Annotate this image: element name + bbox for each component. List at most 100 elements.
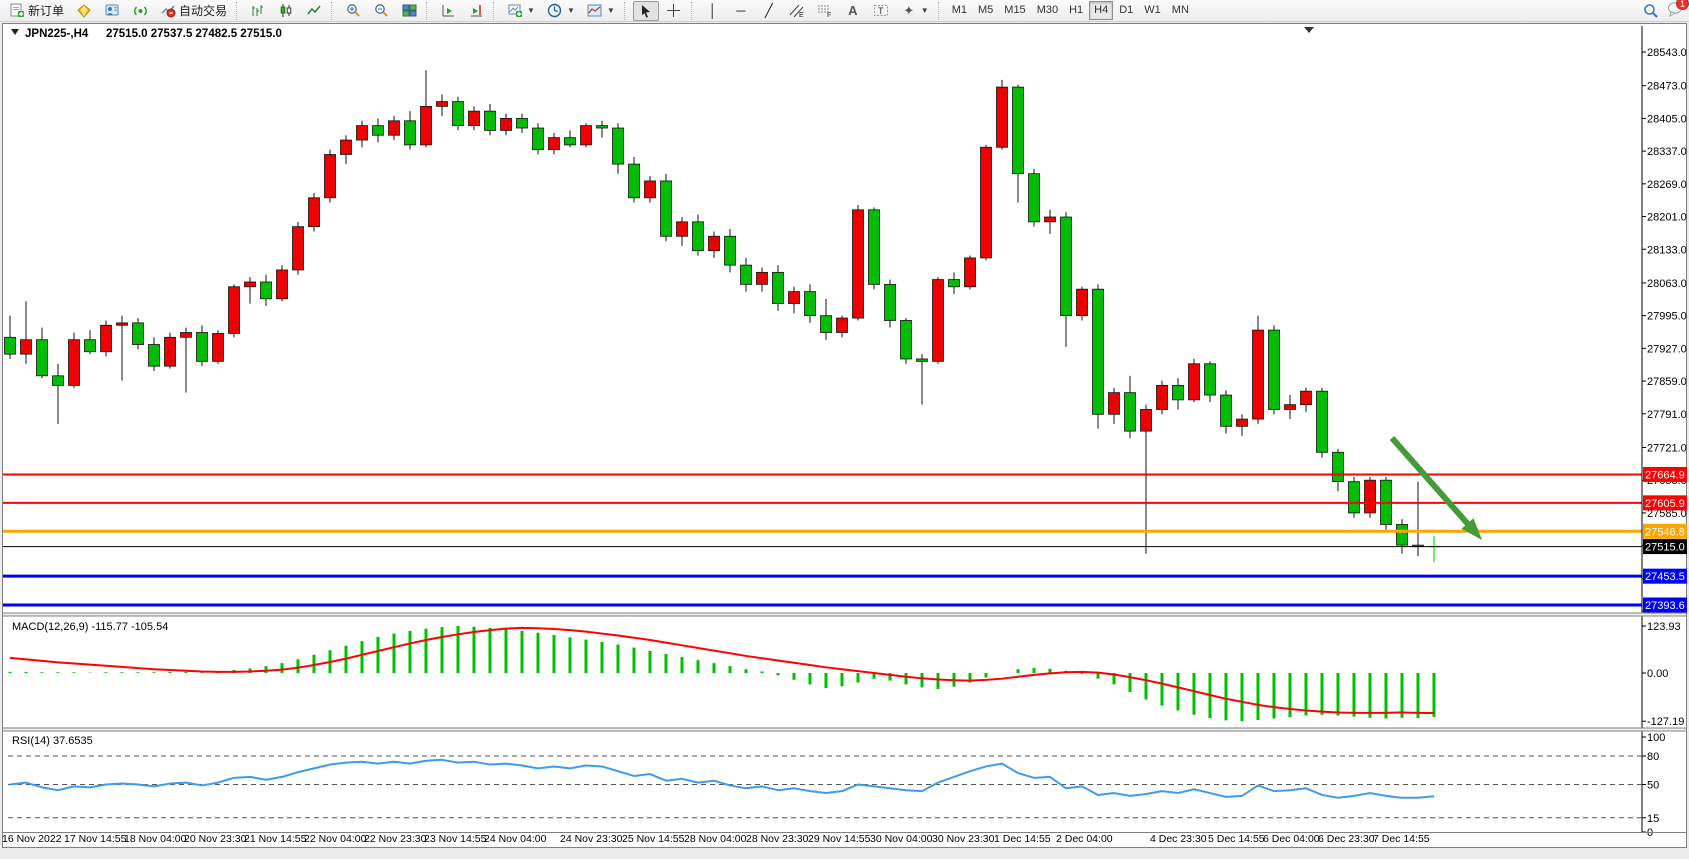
zoom-in-icon: [345, 3, 361, 19]
time-axis-label: 16 Nov 2022: [2, 833, 62, 845]
macd-axis-label: 0.00: [1647, 668, 1668, 680]
macd-axis-label: 123.93: [1647, 621, 1681, 633]
bear-candle: [533, 123, 544, 154]
timeframe-H4[interactable]: H4: [1089, 1, 1113, 20]
ea-signals-button[interactable]: [127, 1, 153, 21]
vertical-line-icon: │: [705, 3, 721, 19]
timeframe-M1[interactable]: M1: [947, 1, 972, 20]
timeframe-M5[interactable]: M5: [973, 1, 998, 20]
time-axis-label: 22 Nov 23:30: [364, 833, 427, 845]
price-line-label: 27664.9: [1645, 469, 1685, 481]
bear-candle: [885, 280, 896, 328]
bull-candle: [581, 123, 592, 147]
price-tick-label: 28269.0: [1647, 179, 1687, 191]
timeframe-W1[interactable]: W1: [1139, 1, 1166, 20]
time-axis-label: 5 Dec 14:55: [1208, 833, 1265, 845]
time-axis-label: 22 Nov 04:00: [304, 833, 367, 845]
rsi-axis-label: 80: [1647, 751, 1659, 763]
crosshair-tool-button[interactable]: [661, 1, 687, 21]
application-window: JPN225-,H427515.0 27537.5 27482.5 27515.…: [0, 0, 1689, 859]
chart-area[interactable]: JPN225-,H427515.0 27537.5 27482.5 27515.…: [0, 0, 1689, 859]
bar-chart-button[interactable]: [245, 1, 271, 21]
arrows-tool-button[interactable]: ✦▼: [896, 1, 934, 21]
chart-symbol-title: JPN225-,H4: [25, 28, 89, 40]
price-tick-label: 27791.0: [1647, 409, 1687, 421]
data-window-button[interactable]: [99, 1, 125, 21]
toolbar-separator: [691, 2, 696, 20]
bull-candle: [1365, 477, 1376, 518]
bull-candle: [277, 265, 288, 301]
timeframe-M15[interactable]: M15: [999, 1, 1030, 20]
new-order-button[interactable]: 新订单: [4, 1, 69, 21]
auto-scroll-icon: [440, 3, 456, 19]
price-tick-label: 28405.0: [1647, 113, 1687, 125]
bear-candle: [133, 318, 144, 349]
toolbar: 新订单 自动交易: [0, 0, 1689, 22]
templates-button[interactable]: ▼: [582, 1, 620, 21]
bear-candle: [453, 97, 464, 131]
new-order-label: 新订单: [28, 2, 64, 19]
timeframe-MN[interactable]: MN: [1167, 1, 1194, 20]
timeframe-D1[interactable]: D1: [1114, 1, 1138, 20]
bull-candle: [1253, 316, 1264, 424]
svg-text:E: E: [799, 12, 804, 18]
bull-candle: [165, 332, 176, 368]
price-tick-label: 28337.0: [1647, 146, 1687, 158]
autotrading-icon: [160, 3, 176, 19]
market-watch-button[interactable]: [71, 1, 97, 21]
timeframe-H1[interactable]: H1: [1064, 1, 1088, 20]
auto-scroll-button[interactable]: [435, 1, 461, 21]
new-chart-icon: [507, 3, 523, 19]
price-tick-label: 28473.0: [1647, 81, 1687, 93]
trendline-icon: ╱: [761, 3, 777, 19]
bull-candle: [229, 284, 240, 337]
data-window-icon: [104, 3, 120, 19]
zoom-out-button[interactable]: [368, 1, 394, 21]
zoom-out-icon: [373, 3, 389, 19]
vertical-line-tool-button[interactable]: │: [700, 1, 726, 21]
bull-candle: [213, 330, 224, 364]
new-chart-button[interactable]: ▼: [502, 1, 540, 21]
time-axis-label: 25 Nov 14:55: [622, 833, 685, 845]
tile-windows-button[interactable]: [396, 1, 422, 21]
price-tick-label: 28063.0: [1647, 278, 1687, 290]
search-icon[interactable]: [1643, 3, 1659, 19]
rsi-axis-label: 100: [1647, 732, 1665, 744]
text-label-tool-button[interactable]: T: [868, 1, 894, 21]
chart-shift-button[interactable]: [463, 1, 489, 21]
candlestick-chart-button[interactable]: [273, 1, 299, 21]
autotrading-button[interactable]: 自动交易: [155, 1, 232, 21]
time-axis-label: 30 Nov 23:30: [932, 833, 995, 845]
crystal-icon: [76, 3, 92, 19]
trendline-tool-button[interactable]: ╱: [756, 1, 782, 21]
horizontal-line-tool-button[interactable]: ─: [728, 1, 754, 21]
time-axis-label: 24 Nov 04:00: [484, 833, 547, 845]
timeframe-group: M1M5M15M30H1H4D1W1MN: [947, 1, 1194, 20]
dropdown-caret: ▼: [921, 6, 929, 15]
crosshair-icon: [666, 3, 682, 19]
rsi-axis-label: 15: [1647, 813, 1659, 825]
line-chart-button[interactable]: [301, 1, 327, 21]
bear-candle: [1093, 284, 1104, 428]
dropdown-caret: ▼: [527, 6, 535, 15]
text-label-icon: T: [873, 3, 889, 19]
bear-candle: [1349, 477, 1360, 518]
bull-candle: [309, 193, 320, 231]
bull-candle: [293, 222, 304, 275]
toolbar-separator: [938, 2, 943, 20]
bear-candle: [869, 207, 880, 289]
bull-candle: [853, 205, 864, 320]
price-line-label: 27393.6: [1645, 600, 1685, 612]
text-tool-button[interactable]: A: [840, 1, 866, 21]
dropdown-caret: ▼: [567, 6, 575, 15]
equidistant-channel-tool-button[interactable]: E: [784, 1, 810, 21]
time-axis-label: 4 Dec 23:30: [1150, 833, 1207, 845]
toolbar-right-group: 1: [1643, 0, 1683, 22]
timeframe-M30[interactable]: M30: [1032, 1, 1063, 20]
cursor-tool-button[interactable]: [633, 1, 659, 21]
fibonacci-tool-button[interactable]: F: [812, 1, 838, 21]
notifications-button[interactable]: 1: [1667, 1, 1683, 22]
zoom-in-button[interactable]: [340, 1, 366, 21]
periods-button[interactable]: ▼: [542, 1, 580, 21]
clock-icon: [547, 3, 563, 19]
